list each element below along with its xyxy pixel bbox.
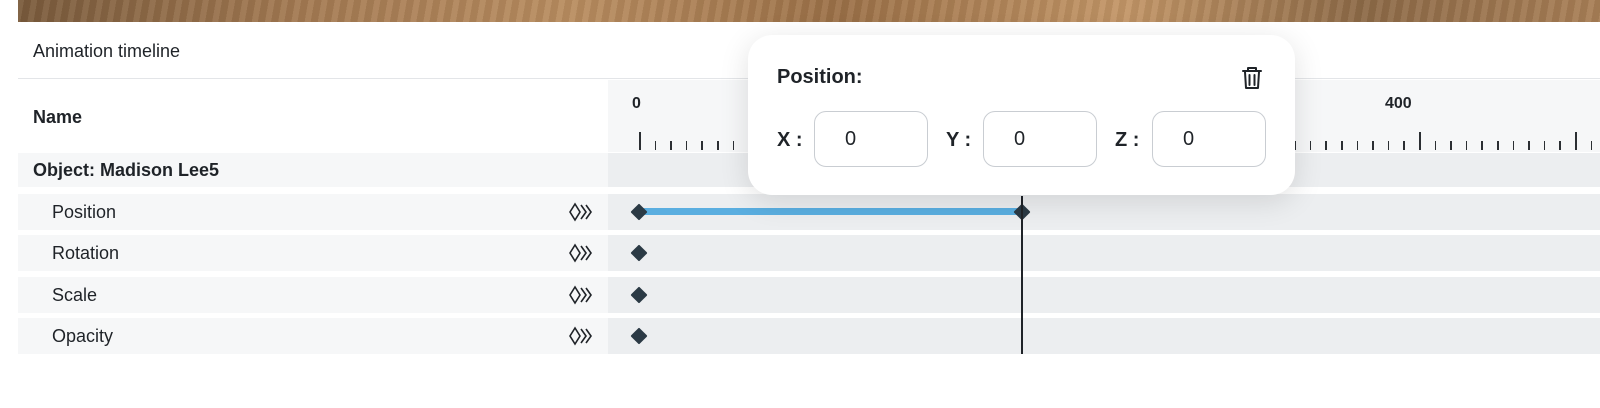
keyframe-marker[interactable]: [630, 327, 648, 345]
y-input[interactable]: [983, 111, 1097, 167]
ruler-tick: [1575, 132, 1577, 150]
ruler-tick: [1481, 141, 1483, 150]
x-label: X :: [777, 129, 803, 151]
name-header-label: Name: [33, 107, 83, 127]
ruler-tick: [1590, 141, 1593, 150]
name-column-header: Name: [18, 80, 608, 152]
ruler-tick: [1559, 141, 1561, 150]
ruler-tick: [717, 141, 719, 150]
ruler-tick: [1403, 141, 1405, 150]
ruler-tick: [1341, 141, 1343, 150]
track-label-scale: Scale: [52, 285, 98, 305]
keyframe-editor-popup: Position: X : Y : Z :: [748, 35, 1295, 195]
ruler-tick: [1419, 132, 1421, 150]
z-input[interactable]: [1152, 111, 1266, 167]
track-lane-rotation[interactable]: [608, 235, 1600, 271]
interpolation-bar[interactable]: [639, 208, 1022, 215]
ruler-tick: [1356, 141, 1359, 150]
ruler-tick: [732, 141, 735, 150]
ruler-tick: [1372, 141, 1374, 150]
ruler-tick: [639, 132, 641, 150]
ruler-tick: [1325, 141, 1327, 150]
ruler-tick: [1387, 141, 1390, 150]
keyframe-nav-icon[interactable]: [568, 285, 594, 305]
ruler-tick: [685, 141, 688, 150]
track-lane-opacity[interactable]: [608, 318, 1600, 354]
background-photo: [18, 0, 1600, 22]
track-row-scale[interactable]: Scale: [18, 277, 1600, 313]
ruler-label-400: 400: [1385, 95, 1412, 112]
keyframe-marker[interactable]: [630, 203, 648, 221]
ruler-label-0: 0: [632, 95, 641, 112]
track-label-opacity: Opacity: [52, 326, 114, 346]
panel-title: Animation timeline: [33, 41, 181, 61]
popup-title: Position:: [777, 66, 863, 88]
track-row-opacity[interactable]: Opacity: [18, 318, 1600, 354]
ruler-tick: [701, 141, 703, 150]
ruler-tick: [1528, 141, 1530, 150]
ruler-tick: [1465, 141, 1468, 150]
keyframe-nav-icon[interactable]: [568, 326, 594, 346]
ruler-tick: [1497, 141, 1499, 150]
ruler-tick: [1309, 141, 1312, 150]
ruler-tick: [654, 141, 657, 150]
object-label: Object: Madison Lee5: [33, 160, 220, 180]
ruler-tick: [1434, 141, 1437, 150]
track-label-rotation: Rotation: [52, 243, 120, 263]
keyframe-marker[interactable]: [630, 286, 648, 304]
ruler-tick: [1543, 141, 1546, 150]
track-lane-position[interactable]: [608, 194, 1600, 230]
ruler-tick: [670, 141, 672, 150]
playhead[interactable]: [1021, 196, 1023, 354]
track-row-rotation[interactable]: Rotation: [18, 235, 1600, 271]
keyframe-nav-icon[interactable]: [568, 243, 594, 263]
x-input[interactable]: [814, 111, 928, 167]
ruler-tick: [1450, 141, 1452, 150]
track-label-position: Position: [52, 202, 117, 222]
track-lane-scale[interactable]: [608, 277, 1600, 313]
ruler-tick: [1512, 141, 1515, 150]
track-row-position[interactable]: Position: [18, 194, 1600, 230]
keyframe-nav-icon[interactable]: [568, 202, 594, 222]
y-label: Y :: [946, 129, 972, 151]
z-label: Z :: [1115, 129, 1140, 151]
trash-icon[interactable]: [1238, 64, 1266, 92]
keyframe-marker[interactable]: [630, 244, 648, 262]
